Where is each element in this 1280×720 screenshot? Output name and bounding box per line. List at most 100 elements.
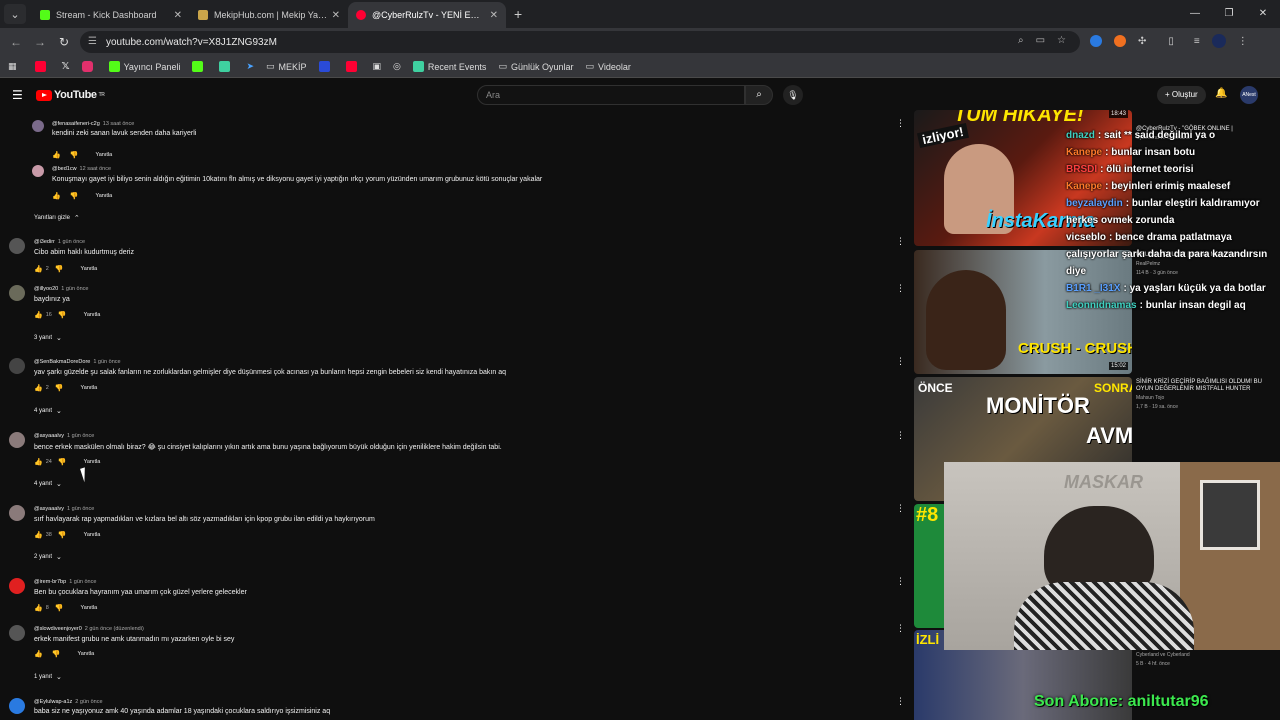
bookmark-kick[interactable]	[192, 61, 207, 72]
avatar[interactable]	[9, 578, 25, 594]
reply-button[interactable]: Yanıtla	[77, 651, 94, 657]
search-button[interactable]: ⌕	[745, 85, 773, 105]
voice-search-button[interactable]: 🎙	[783, 85, 803, 105]
bookmark-image[interactable]: ▣	[373, 61, 382, 72]
dislike-icon[interactable]: 👎	[70, 192, 79, 200]
create-button[interactable]: + Oluştur	[1157, 86, 1206, 104]
dislike-icon[interactable]: 👎	[55, 265, 64, 273]
dislike-icon[interactable]: 👎	[55, 384, 64, 392]
back-icon[interactable]: ←	[4, 35, 28, 49]
comment-author[interactable]: @slowdiveenjoyer0	[34, 626, 82, 632]
hide-replies-button[interactable]: Yanıtları gizle ⌃	[34, 214, 80, 222]
avatar[interactable]	[9, 285, 25, 301]
more-options-icon[interactable]: ⋮	[896, 283, 905, 294]
avatar[interactable]	[9, 698, 25, 714]
bookmark-yayinci-paneli[interactable]: Yayıncı Paneli	[108, 61, 180, 72]
tab-search-button[interactable]: ⌄	[4, 4, 26, 24]
show-replies-button[interactable]: 2 yanıt ⌄	[34, 553, 62, 561]
extension-orange-icon[interactable]	[1114, 35, 1126, 47]
more-options-icon[interactable]: ⋮	[896, 118, 905, 129]
forward-icon[interactable]: →	[28, 35, 52, 49]
bookmark-gunluk-oyunlar[interactable]: ▭ Günlük Oyunlar	[498, 61, 573, 72]
comment-time[interactable]: 1 gün önce	[61, 286, 88, 292]
video-info[interactable]: Cyberland ve Cyberland 5 B · 4 hf. önce	[1136, 650, 1276, 668]
comment-author[interactable]: @i3edirr	[34, 239, 55, 245]
like-icon[interactable]: 👍	[34, 604, 43, 612]
show-replies-button[interactable]: 4 yanıt ⌄	[34, 407, 62, 415]
like-icon[interactable]: 👍	[34, 531, 43, 539]
reading-list-icon[interactable]: ≡	[1194, 36, 1200, 47]
like-icon[interactable]: 👍	[34, 458, 43, 466]
bookmark-youtube[interactable]	[34, 61, 50, 72]
reply-button[interactable]: Yanıtla	[81, 266, 98, 272]
bookmark-recent-events[interactable]: Recent Events	[412, 61, 486, 72]
dislike-icon[interactable]: 👎	[58, 311, 67, 319]
more-options-icon[interactable]: ⋮	[896, 236, 905, 247]
reply-button[interactable]: Yanıtla	[84, 532, 101, 538]
comment-author[interactable]: @asyaaalvy	[34, 506, 64, 512]
extension-blue-icon[interactable]	[1090, 35, 1102, 47]
reply-button[interactable]: Yanıtla	[84, 312, 101, 318]
profile-avatar-icon[interactable]	[1211, 34, 1226, 48]
like-icon[interactable]: 👍	[34, 384, 43, 392]
comment-time[interactable]: 1 gün önce	[69, 579, 96, 585]
dislike-icon[interactable]: 👎	[55, 604, 64, 612]
comment-time[interactable]: 1 gün önce	[93, 359, 120, 365]
comment-time[interactable]: 1 gün önce	[67, 506, 94, 512]
avatar[interactable]	[32, 120, 44, 132]
avatar[interactable]	[9, 358, 25, 374]
comment-time[interactable]: 13 saat önce	[103, 121, 135, 127]
bookmark-blue[interactable]	[318, 61, 334, 72]
bookmark-instagram[interactable]	[81, 61, 97, 72]
notifications-bell-icon[interactable]: 🔔	[1215, 88, 1227, 99]
close-tab-icon[interactable]: ✕	[490, 10, 498, 21]
video-info[interactable]: SİNİR KRİZİ GEÇİRİP BAĞIMLISI OLDUM! BU …	[1136, 379, 1276, 411]
avatar[interactable]	[9, 505, 25, 521]
more-options-icon[interactable]: ⋮	[896, 430, 905, 441]
more-options-icon[interactable]: ⋮	[896, 356, 905, 367]
browser-tab-youtube[interactable]: @CyberRulzTv - YENİ ERKEK MA ✕	[348, 2, 506, 28]
reply-button[interactable]: Yanıtla	[81, 605, 98, 611]
hamburger-menu-icon[interactable]: ☰	[12, 88, 23, 102]
sidepanel-icon[interactable]: ▯	[1168, 36, 1174, 47]
youtube-logo[interactable]: YouTube TR	[36, 89, 105, 101]
reply-button[interactable]: Yanıtla	[95, 152, 112, 158]
apps-grid-icon[interactable]: ▦	[8, 61, 17, 72]
close-tab-icon[interactable]: ✕	[332, 10, 340, 21]
dislike-icon[interactable]: 👎	[58, 458, 67, 466]
url-field[interactable]: ☰ youtube.com/watch?v=X8J1ZNG93zM ⌕ ▭ ☆	[80, 31, 1080, 53]
new-tab-button[interactable]: +	[514, 6, 522, 22]
extensions-puzzle-icon[interactable]: ✣	[1138, 36, 1146, 47]
avatar[interactable]	[9, 625, 25, 641]
comment-author[interactable]: @SenBakmaDoreDore	[34, 359, 90, 365]
zoom-icon[interactable]: ⌕	[1018, 35, 1024, 46]
browser-tab-mekiphub[interactable]: MekipHub.com | Mekip Yarışma ✕	[190, 2, 348, 28]
comment-time[interactable]: 12 saat önce	[80, 166, 112, 172]
avatar[interactable]	[32, 165, 44, 177]
reload-icon[interactable]: ↻	[52, 35, 76, 49]
reply-button[interactable]: Yanıtla	[84, 459, 101, 465]
more-options-icon[interactable]: ⋮	[896, 576, 905, 587]
reply-button[interactable]: Yanıtla	[95, 193, 112, 199]
minimize-icon[interactable]: —	[1178, 0, 1212, 28]
search-input[interactable]: Ara	[477, 85, 745, 105]
site-info-icon[interactable]: ☰	[88, 36, 97, 47]
cast-icon[interactable]: ▭	[1036, 35, 1045, 46]
show-replies-button[interactable]: 4 yanıt ⌄	[34, 480, 62, 488]
bookmark-mekip[interactable]: ▭ MEKİP	[266, 61, 307, 72]
bookmark-app[interactable]	[219, 61, 234, 72]
dislike-icon[interactable]: 👎	[52, 650, 61, 658]
more-options-icon[interactable]: ⋮	[896, 696, 905, 707]
like-icon[interactable]: 👍	[52, 192, 61, 200]
dislike-icon[interactable]: 👎	[70, 151, 79, 159]
bookmark-videolar[interactable]: ▭ Videolar	[585, 61, 630, 72]
more-options-icon[interactable]: ⋮	[896, 623, 905, 634]
avatar[interactable]	[9, 238, 25, 254]
comment-author[interactable]: @irem-br7bp	[34, 579, 66, 585]
dislike-icon[interactable]: 👎	[58, 531, 67, 539]
close-window-icon[interactable]: ✕	[1246, 0, 1280, 28]
comment-author[interactable]: @bed1cw	[52, 166, 77, 172]
account-avatar[interactable]: ANest	[1240, 86, 1258, 104]
bookmark-star-icon[interactable]: ☆	[1057, 35, 1066, 46]
bookmark-x[interactable]: 𝕏	[62, 61, 70, 72]
